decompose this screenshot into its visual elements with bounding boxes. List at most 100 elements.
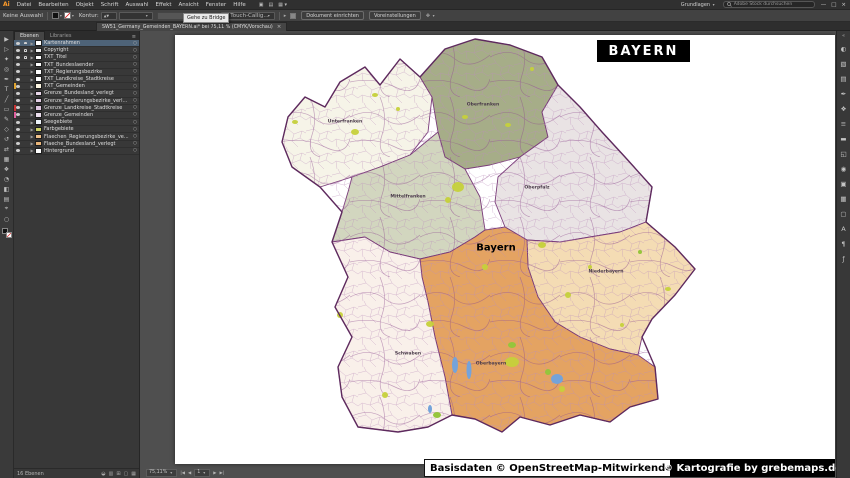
make-mask-icon[interactable]: ▥ [109,471,114,477]
layer-name[interactable]: Flaechen_Regierungsbezirke_ve... [44,134,131,140]
target-circle-icon[interactable]: ○ [131,84,139,89]
symbols-panel-icon[interactable]: ❖ [838,103,850,115]
layer-name[interactable]: TXT_Regierungsbezirke [44,69,131,75]
layer-row-hintergrund[interactable]: ▶ Hintergrund ○ [14,148,139,155]
color-guide-panel-icon[interactable]: ▧ [838,58,850,70]
visibility-eye-icon[interactable] [14,77,22,81]
minimize-button[interactable]: — [821,2,827,8]
layer-name[interactable]: Hintergrund [44,148,131,154]
character-panel-icon[interactable]: A [838,223,850,235]
fill-color-swatch[interactable] [51,12,59,19]
tab-ebenen[interactable]: Ebenen [14,31,45,40]
layers-panel-icon[interactable]: ▦ [838,193,850,205]
opacity-icon[interactable]: ▸ [284,13,287,19]
zoom-tool-icon[interactable]: ○ [1,214,13,224]
layer-name[interactable]: TXT_Bundeslaender [44,62,131,68]
menu-effekt[interactable]: Effekt [155,2,171,8]
menu-fenster[interactable]: Fenster [206,2,226,8]
next-artboard-button[interactable]: ▶ [213,470,216,475]
menu-datei[interactable]: Datei [17,2,32,8]
paragraph-panel-icon[interactable]: ¶ [838,238,850,250]
menu-auswahl[interactable]: Auswahl [125,2,148,8]
brush-tool-icon[interactable]: ◇ [1,124,13,134]
visibility-eye-icon[interactable] [14,48,22,52]
color-panel-icon[interactable]: ◐ [838,43,850,55]
selection-tool-icon[interactable]: ▶ [1,34,13,44]
target-circle-icon[interactable]: ○ [131,148,139,153]
layer-name[interactable]: TXT_Titel [44,54,131,60]
artboards-panel-icon[interactable]: ▢ [838,208,850,220]
new-sublayer-icon[interactable]: ⊞ [116,471,120,477]
rectangle-tool-icon[interactable]: ▭ [1,104,13,114]
eyedropper-tool-icon[interactable]: ◔ [1,174,13,184]
target-circle-icon[interactable]: ○ [131,41,139,46]
stroke-proxy[interactable] [5,232,12,238]
locate-object-icon[interactable]: ◒ [101,471,105,477]
stroke-weight-stepper[interactable]: ▲▼ [100,11,117,20]
visibility-eye-icon[interactable] [14,91,22,95]
visibility-eye-icon[interactable] [14,63,22,67]
magic-wand-tool-icon[interactable]: ✦ [1,54,13,64]
menu-objekt[interactable]: Objekt [76,2,94,8]
document-tab[interactable]: SW51_Germany_Gemeinden_BAYERN.ai* bei 75… [96,22,288,31]
first-artboard-button[interactable]: |◀ [180,470,185,475]
layer-name[interactable]: TXT_Gemeinden [44,83,131,89]
target-circle-icon[interactable]: ○ [131,98,139,103]
pen-tool-icon[interactable]: ✒ [1,74,13,84]
stroke-color-swatch[interactable] [63,12,71,19]
layer-row-grenze-regierungsbezirke-verl-[interactable]: ▶ Grenze_Regierungsbezirke_verl... ○ [14,98,139,105]
restore-button[interactable]: □ [831,2,836,8]
bridge-icon[interactable]: ▣ [259,2,264,8]
layer-name[interactable]: Grenze_Gemeinden [44,112,131,118]
rotate-tool-icon[interactable]: ↺ [1,134,13,144]
prev-artboard-button[interactable]: ◀ [188,470,191,475]
layer-row-txt-titel[interactable]: ▶ TXT_Titel ○ [14,54,139,62]
artboard-tool-icon[interactable]: ⌖ [1,204,13,214]
layer-name[interactable]: Kartenrahmen [44,40,131,46]
target-circle-icon[interactable]: ○ [131,48,139,53]
target-circle-icon[interactable]: ○ [131,105,139,110]
layer-row-flaeche-bundesland-verlegt[interactable]: ▶ Flaeche_Bundesland_verlegt ○ [14,141,139,148]
expand-panels-icon[interactable]: « [842,33,845,39]
target-circle-icon[interactable]: ○ [131,112,139,117]
layer-row-grenze-gemeinden[interactable]: ▶ Grenze_Gemeinden ○ [14,111,139,120]
menu-schrift[interactable]: Schrift [101,2,119,8]
last-artboard-button[interactable]: ▶| [220,470,225,475]
search-input[interactable]: Adobe Stock durchsuchen [722,1,815,8]
layer-name[interactable]: Copyright [44,47,131,53]
target-circle-icon[interactable]: ○ [131,91,139,96]
layer-name[interactable]: Grenze_Regierungsbezirke_verl... [44,98,131,104]
layer-name[interactable]: Seegebiete [44,119,131,125]
layer-row-grenze-landkreise-stadtkreise[interactable]: ▶ Grenze_Landkreise_Stadtkreise ○ [14,104,139,112]
lock-icon[interactable] [22,41,29,45]
visibility-eye-icon[interactable] [14,99,22,103]
gradient-panel-icon[interactable]: ▬ [838,133,850,145]
document-setup-button[interactable]: Dokument einrichten [301,11,364,20]
arrange-documents-icon[interactable]: ▦ ▾ [278,2,287,8]
variable-width-dropdown[interactable]: ▾ [118,11,153,20]
layer-name[interactable]: Flaeche_Bundesland_verlegt [44,141,131,147]
visibility-eye-icon[interactable] [14,70,22,74]
zoom-level-dropdown[interactable]: 75,11% ▾ [146,468,178,477]
brushes-panel-icon[interactable]: ✒ [838,88,850,100]
layer-row-txt-regierungsbezirke[interactable]: ▶ TXT_Regierungsbezirke ○ [14,69,139,76]
layer-row-kartenrahmen[interactable]: ▶ Kartenrahmen ○ [14,40,139,48]
menu-ansicht[interactable]: Ansicht [178,2,198,8]
transparency-panel-icon[interactable]: ◱ [838,148,850,160]
mesh-tool-icon[interactable]: ▦ [1,154,13,164]
gradient-tool-icon[interactable]: ❖ [1,164,13,174]
layer-name[interactable]: Farbgebiete [44,126,131,132]
symbol-tool-icon[interactable]: ▤ [1,194,13,204]
artboard[interactable]: Unterfranken Oberfranken Mittelfranken Ober… [175,35,836,477]
visibility-eye-icon[interactable] [14,120,22,124]
visibility-eye-icon[interactable] [14,127,22,131]
layer-row-seegebiete[interactable]: ▶ Seegebiete ○ [14,119,139,127]
target-circle-icon[interactable]: ○ [131,134,139,139]
target-circle-icon[interactable]: ○ [131,77,139,82]
stroke-panel-icon[interactable]: ≡ [838,118,850,130]
bavaria-map[interactable]: Unterfranken Oberfranken Mittelfranken Ober… [280,37,700,435]
close-button[interactable]: × [841,2,846,8]
layer-row-copyright[interactable]: ▶ Copyright ○ [14,47,139,55]
visibility-eye-icon[interactable] [14,135,22,139]
visibility-eye-icon[interactable] [14,149,22,153]
